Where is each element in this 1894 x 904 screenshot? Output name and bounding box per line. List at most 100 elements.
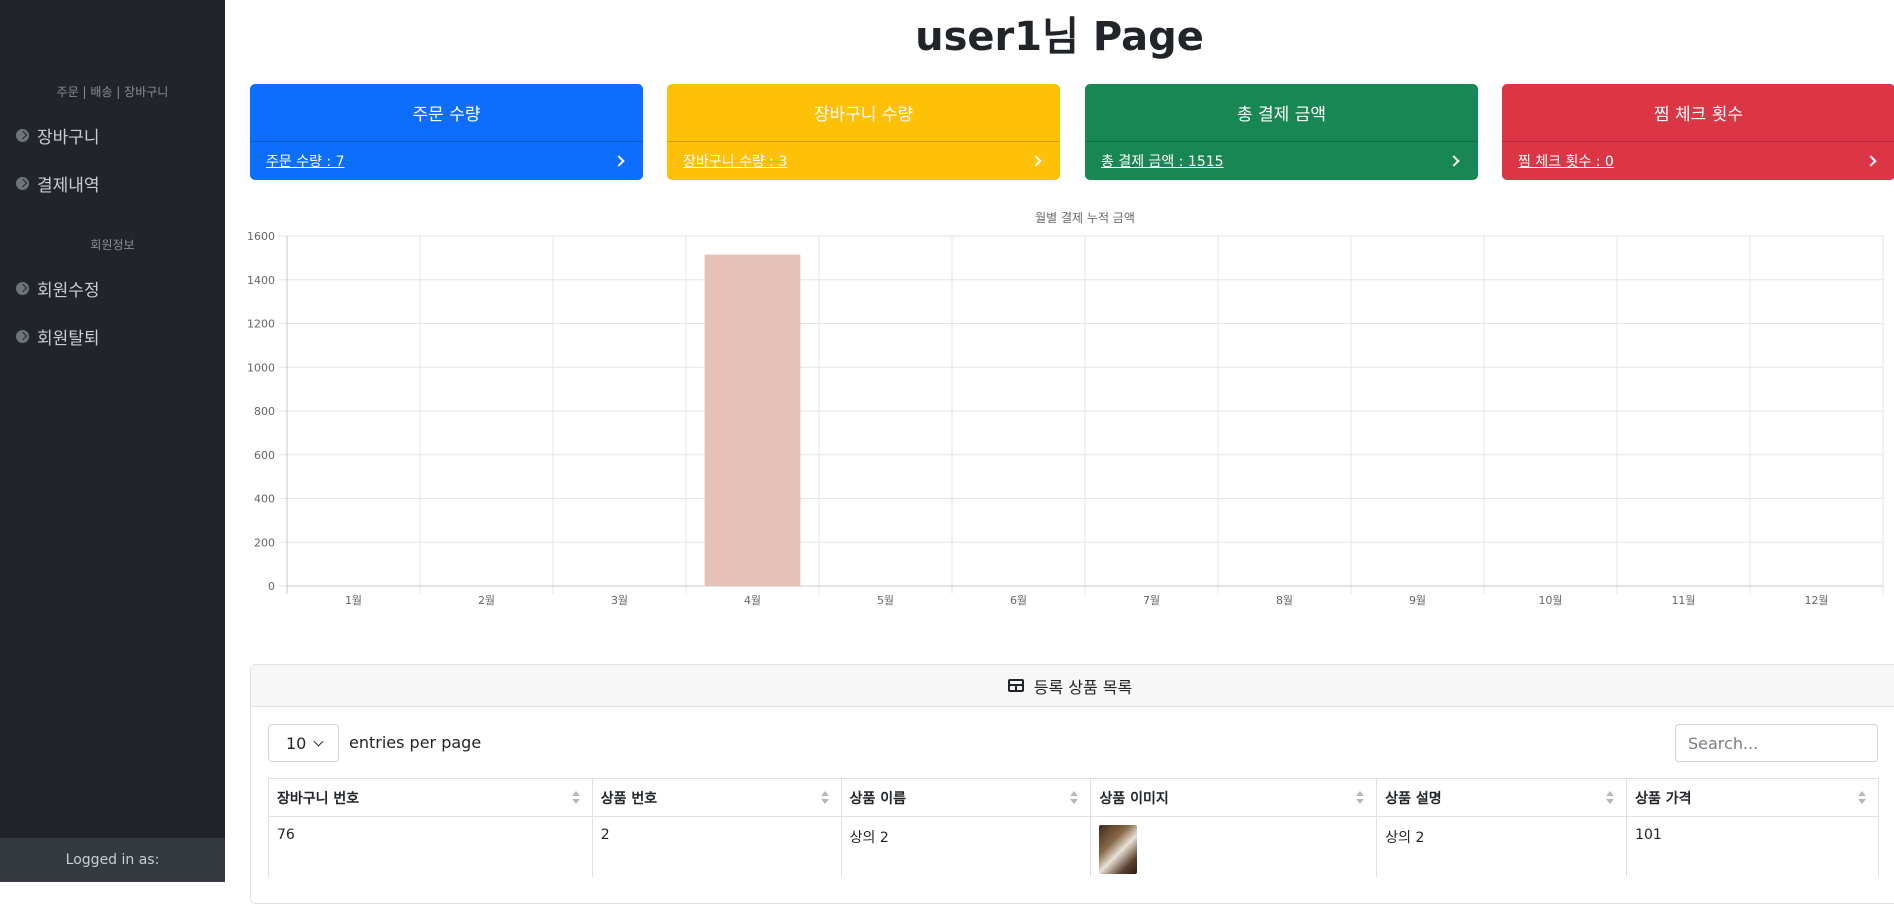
- y-tick-label: 1200: [247, 318, 275, 331]
- total-payment-card: 총 결제 금액 총 결제 금액 : 1515: [1085, 84, 1478, 180]
- x-tick-label: 1월: [345, 594, 362, 607]
- sidebar: 주문 | 배송 | 장바구니 장바구니 결제내역 회원정보 회원수정 회원탈퇴 …: [0, 0, 225, 882]
- y-tick-label: 1000: [247, 361, 275, 374]
- x-tick-label: 10월: [1538, 594, 1562, 607]
- y-tick-label: 0: [268, 580, 275, 593]
- sidebar-section-heading-orders: 주문 | 배송 | 장바구니: [56, 85, 169, 99]
- sidebar-item-withdraw[interactable]: 회원탈퇴: [16, 323, 100, 349]
- column-header-product-price[interactable]: 상품 가격: [1626, 778, 1879, 817]
- x-tick-label: 4월: [744, 594, 761, 607]
- column-label: 상품 이름: [849, 790, 907, 807]
- cell-product-image: [1090, 816, 1378, 877]
- cart-count-card: 장바구니 수량 장바구니 수량 : 3: [667, 84, 1060, 180]
- sort-icon: [1858, 791, 1866, 805]
- product-thumbnail[interactable]: [1099, 825, 1138, 874]
- y-tick-label: 400: [254, 493, 275, 506]
- x-tick-label: 7월: [1143, 594, 1160, 607]
- column-label: 상품 이미지: [1099, 790, 1169, 807]
- chevron-right-icon[interactable]: [1448, 155, 1460, 167]
- y-tick-label: 1600: [247, 230, 275, 243]
- registered-products-card: 등록 상품 목록 10 entries per page 장바구니 번호 상품 …: [250, 664, 1894, 904]
- column-header-product-image[interactable]: 상품 이미지: [1090, 778, 1378, 817]
- cell-product-no: 2: [591, 816, 842, 877]
- x-tick-label: 5월: [877, 594, 894, 607]
- column-header-product-desc[interactable]: 상품 설명: [1376, 778, 1628, 817]
- cell-product-desc: 상의 2: [1376, 816, 1628, 877]
- column-header-product-no[interactable]: 상품 번호: [591, 778, 842, 817]
- sidebar-item-label: 회원탈퇴: [37, 328, 100, 349]
- sidebar-item-label: 결제내역: [37, 175, 100, 196]
- card-footer: 찜 체크 횟수 : 0: [1502, 141, 1894, 180]
- circle-arrow-icon: [16, 128, 29, 142]
- table-header-row: 장바구니 번호 상품 번호 상품 이름 상품 이미지 상품 설명 상품 가격: [268, 778, 1879, 817]
- products-table: 장바구니 번호 상품 번호 상품 이름 상품 이미지 상품 설명 상품 가격 7…: [268, 778, 1879, 877]
- total-payment-link[interactable]: 총 결제 금액 : 1515: [1101, 151, 1224, 171]
- cart-count-link[interactable]: 장바구니 수량 : 3: [683, 151, 787, 171]
- circle-arrow-icon: [16, 281, 29, 295]
- sort-icon: [1606, 791, 1615, 805]
- circle-arrow-icon: [16, 176, 29, 190]
- chevron-right-icon[interactable]: [1865, 155, 1877, 167]
- wishlist-count-card: 찜 체크 횟수 찜 체크 횟수 : 0: [1502, 84, 1894, 180]
- sidebar-item-label: 장바구니: [37, 127, 100, 148]
- x-tick-label: 6월: [1010, 594, 1027, 607]
- monthly-payment-chart: 월별 결제 누적 금액 0 200 400 600 800 1000 1200 1400 1600…: [245, 206, 1894, 616]
- page-size-value: 10: [286, 733, 307, 753]
- x-tick-label: 11월: [1671, 594, 1695, 607]
- table-icon: [1007, 679, 1024, 692]
- page-size-select[interactable]: 10: [268, 724, 339, 762]
- x-tick-label: 12월: [1804, 594, 1828, 607]
- column-header-product-name[interactable]: 상품 이름: [840, 778, 1092, 817]
- y-tick-label: 200: [254, 536, 275, 549]
- sort-icon: [1070, 791, 1079, 805]
- x-tick-label: 9월: [1409, 594, 1426, 607]
- column-label: 장바구니 번호: [277, 790, 360, 807]
- table-card-title: 등록 상품 목록: [1033, 677, 1133, 697]
- search-input[interactable]: [1675, 724, 1878, 762]
- x-tick-label: 8월: [1276, 594, 1293, 607]
- y-tick-label: 600: [254, 449, 275, 462]
- card-title: 총 결제 금액: [1236, 105, 1326, 125]
- sidebar-section-heading-member: 회원정보: [90, 238, 135, 252]
- bar: [704, 254, 801, 586]
- order-count-card: 주문 수량 주문 수량 : 7: [250, 84, 643, 180]
- wishlist-count-link[interactable]: 찜 체크 횟수 : 0: [1518, 151, 1614, 171]
- sort-icon: [1356, 791, 1365, 805]
- circle-arrow-icon: [16, 329, 29, 343]
- sidebar-item-cart[interactable]: 장바구니: [16, 122, 100, 148]
- card-title: 장바구니 수량: [813, 105, 914, 125]
- order-count-link[interactable]: 주문 수량 : 7: [266, 151, 345, 171]
- card-footer: 주문 수량 : 7: [250, 141, 643, 180]
- sidebar-item-label: 회원수정: [37, 280, 100, 301]
- logged-in-label: Logged in as:: [65, 852, 160, 868]
- sort-icon: [571, 791, 580, 805]
- column-label: 상품 번호: [600, 790, 658, 807]
- card-title: 찜 체크 횟수: [1653, 105, 1743, 125]
- y-tick-label: 800: [254, 405, 275, 418]
- column-label: 상품 가격: [1635, 790, 1692, 807]
- sidebar-item-edit-member[interactable]: 회원수정: [16, 275, 100, 301]
- table-card-header: 등록 상품 목록: [251, 665, 1894, 707]
- sort-icon: [820, 791, 829, 805]
- column-header-cart-no[interactable]: 장바구니 번호: [268, 778, 593, 817]
- sidebar-item-payment-history[interactable]: 결제내역: [16, 170, 100, 196]
- sidebar-footer: Logged in as:: [0, 838, 225, 882]
- column-label: 상품 설명: [1385, 790, 1442, 807]
- cell-product-price: 101: [1626, 816, 1879, 877]
- card-footer: 총 결제 금액 : 1515: [1085, 141, 1478, 180]
- entries-per-page-label: entries per page: [349, 733, 482, 752]
- x-tick-label: 2월: [478, 594, 495, 607]
- table-row[interactable]: 76 2 상의 2 상의 2 101: [268, 816, 1879, 877]
- cell-product-name: 상의 2: [840, 816, 1092, 877]
- card-title: 주문 수량: [412, 105, 481, 125]
- card-footer: 장바구니 수량 : 3: [667, 141, 1060, 180]
- page-title: user1님 Page: [915, 14, 1204, 60]
- bar-chart: 월별 결제 누적 금액 0 200 400 600 800 1000 1200 1400 1600…: [247, 211, 1884, 607]
- x-tick-label: 3월: [611, 594, 628, 607]
- y-tick-label: 1400: [247, 274, 275, 287]
- chart-title: 월별 결제 누적 금액: [1035, 211, 1135, 225]
- chevron-right-icon[interactable]: [613, 155, 625, 167]
- cell-cart-no: 76: [268, 816, 593, 877]
- chevron-right-icon[interactable]: [1030, 155, 1042, 167]
- chevron-down-icon: [313, 736, 324, 747]
